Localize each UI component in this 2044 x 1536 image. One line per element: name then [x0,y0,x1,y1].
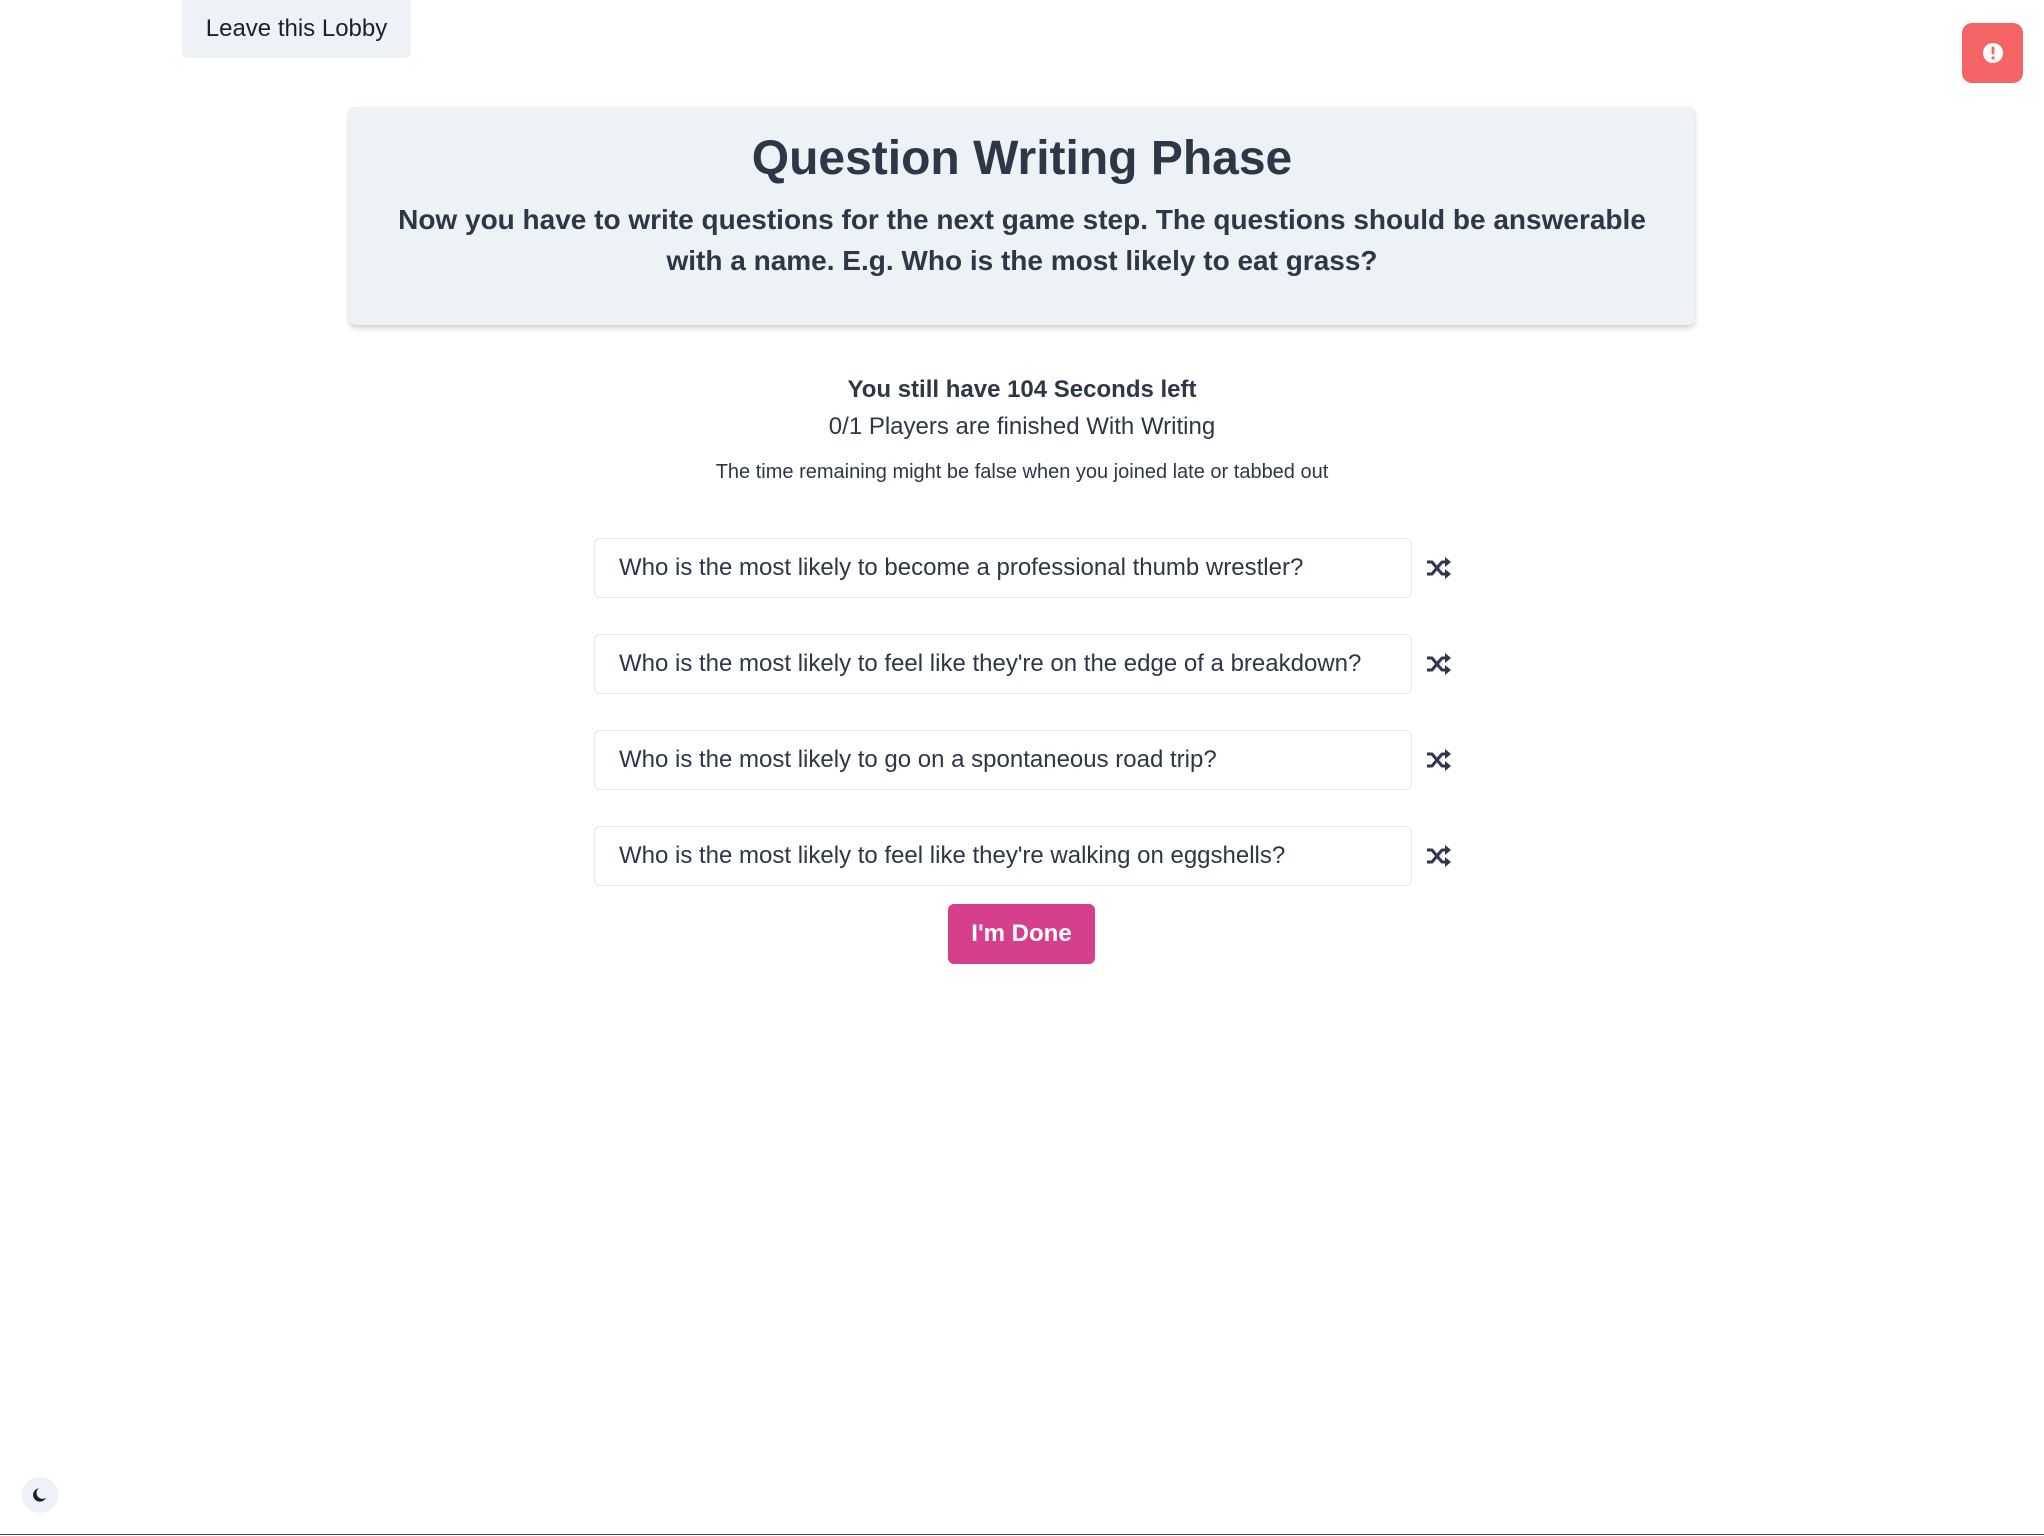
page-title: Question Writing Phase [751,132,1293,185]
shuffle-question-button[interactable] [1418,644,1458,684]
question-input-2[interactable] [594,634,1412,694]
theme-toggle-button[interactable] [22,1477,58,1513]
question-input-3[interactable] [594,730,1412,790]
done-button[interactable]: I'm Done [948,904,1095,964]
shuffle-question-button[interactable] [1418,548,1458,588]
shuffle-icon [1427,653,1451,675]
question-row [594,730,1451,790]
shuffle-icon [1427,845,1451,867]
players-finished-text: 0/1 Players are finished With Writing [828,413,1216,440]
question-input-4[interactable] [594,826,1412,886]
question-row [594,634,1451,694]
phase-description: Now you have to write questions for the … [398,204,1646,276]
moon-icon [33,1488,46,1502]
exclamation-circle-icon [1982,43,2003,63]
question-input-1[interactable] [594,538,1412,598]
alert-button[interactable] [1962,23,2023,83]
shuffle-question-button[interactable] [1418,740,1458,780]
shuffle-icon [1427,749,1451,771]
question-row [594,826,1451,886]
page: Leave this Lobby Question Writing Phase … [0,0,2044,1535]
time-disclaimer-text: The time remaining might be false when y… [715,461,1329,483]
question-row [594,538,1451,598]
shuffle-icon [1427,557,1451,579]
phase-header-card: Question Writing Phase Now you have to w… [349,107,1695,325]
shuffle-question-button[interactable] [1418,836,1458,876]
leave-lobby-button[interactable]: Leave this Lobby [182,0,411,58]
time-remaining-text: You still have 104 Seconds left [847,376,1197,403]
